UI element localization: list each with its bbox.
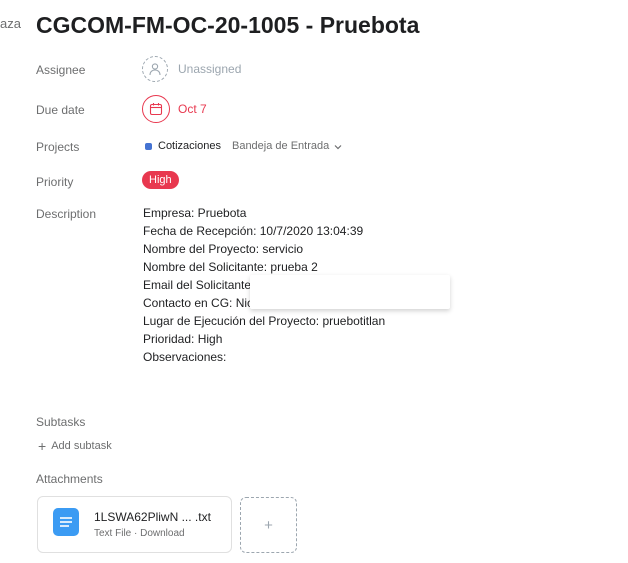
due-date-field[interactable]: Oct 7 (142, 95, 207, 123)
add-subtask-button[interactable]: + Add subtask (38, 438, 112, 454)
task-title[interactable]: CGCOM-FM-OC-20-1005 - Pruebota (36, 12, 419, 39)
description-label: Description (36, 207, 97, 221)
priority-badge[interactable]: High (142, 171, 179, 189)
description-line: Nombre del Proyecto: servicio (143, 242, 304, 256)
user-icon (142, 56, 168, 82)
add-subtask-label: Add subtask (51, 440, 112, 452)
calendar-icon (142, 95, 170, 123)
description-line: Observaciones: (143, 350, 227, 364)
priority-field[interactable]: High (142, 171, 179, 189)
subtasks-label: Subtasks (36, 415, 86, 429)
background-tab-edge: aza (0, 16, 21, 31)
text-file-icon (52, 507, 80, 542)
attachment-meta[interactable]: Text File · Download (94, 528, 211, 539)
due-date-label: Due date (36, 103, 85, 117)
chevron-down-icon[interactable] (334, 139, 342, 153)
project-color-dot (145, 142, 152, 150)
description-line: Prioridad: High (143, 332, 223, 346)
attachment-card[interactable]: 1LSWA62PliwN ... .txt Text File · Downlo… (37, 496, 232, 553)
add-attachment-button[interactable]: + (240, 497, 297, 553)
priority-label: Priority (36, 175, 74, 189)
assignee-value: Unassigned (178, 62, 242, 76)
description-line: Fecha de Recepción: 10/7/2020 13:04:39 (143, 224, 364, 238)
projects-label: Projects (36, 140, 80, 154)
attachments-label: Attachments (36, 472, 103, 486)
description-line: Lugar de Ejecución del Proyecto: pruebot… (143, 314, 386, 328)
project-name[interactable]: Cotizaciones (158, 140, 221, 152)
description-line: Empresa: Pruebota (143, 206, 247, 220)
due-date-value: Oct 7 (178, 102, 207, 116)
projects-field[interactable]: Cotizaciones Bandeja de Entrada (142, 139, 342, 153)
project-section-dropdown[interactable]: Bandeja de Entrada (232, 140, 329, 152)
description-line: Nombre del Solicitante: prueba 2 (143, 260, 318, 274)
floating-popup (250, 275, 450, 309)
assignee-label: Assignee (36, 63, 86, 77)
assignee-field[interactable]: Unassigned (142, 56, 241, 82)
plus-icon: + (38, 438, 47, 454)
attachment-name: 1LSWA62PliwN ... .txt (94, 510, 211, 524)
